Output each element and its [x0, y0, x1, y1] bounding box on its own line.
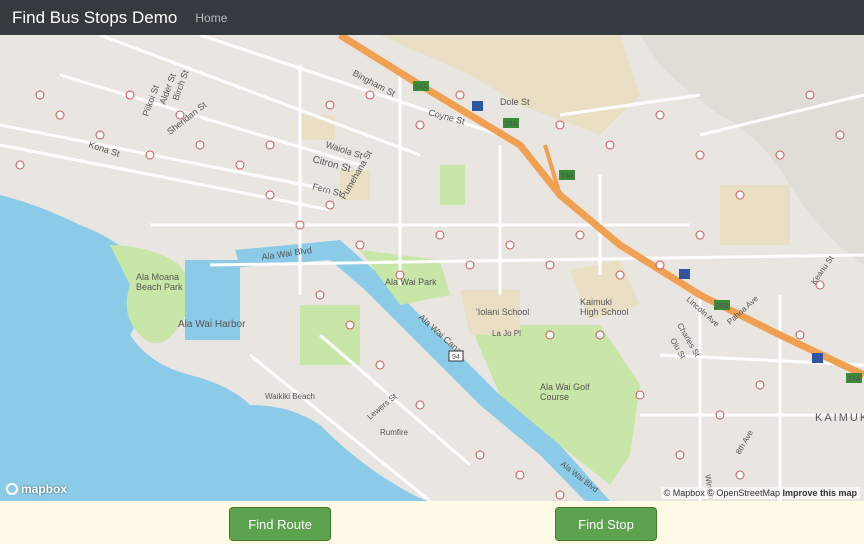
- shield-h1-3: H1: [812, 353, 823, 363]
- attribution-osm[interactable]: © OpenStreetMap: [707, 488, 780, 498]
- label-ala-wai-harbor: Ala Wai Harbor: [178, 319, 246, 330]
- find-route-button[interactable]: Find Route: [229, 507, 331, 541]
- shield-24b: 24B: [559, 170, 575, 180]
- svg-text:94: 94: [452, 354, 460, 361]
- svg-text:24A: 24A: [848, 376, 861, 383]
- label-la-jo-pl: La Jo Pl: [492, 329, 521, 338]
- shield-24a-2: 24A: [503, 118, 519, 128]
- svg-text:H1: H1: [473, 105, 480, 111]
- mapbox-logo-icon: [6, 483, 18, 495]
- svg-text:24B: 24B: [561, 173, 574, 180]
- mapbox-logo[interactable]: mapbox: [6, 482, 67, 496]
- shield-25b: 25B: [714, 300, 730, 310]
- svg-text:H1: H1: [813, 357, 820, 363]
- svg-text:H1: H1: [680, 273, 687, 279]
- svg-text:25B: 25B: [716, 303, 729, 310]
- label-waikiki-beach: Waikiki Beach: [265, 392, 315, 401]
- label-ala-moana-beach-park: Ala Moana Beach Park: [136, 272, 183, 292]
- label-ala-wai-park: Ala Wai Park: [385, 277, 437, 287]
- attribution-improve[interactable]: Improve this map: [782, 488, 857, 498]
- map-canvas[interactable]: Bingham St Coyne St Dole St Pumehana St …: [0, 35, 864, 501]
- mapbox-logo-text: mapbox: [21, 482, 68, 496]
- shield-94: 94: [448, 350, 464, 362]
- map-view[interactable]: Bingham St Coyne St Dole St Pumehana St …: [0, 35, 864, 501]
- attribution-mapbox[interactable]: © Mapbox: [664, 488, 705, 498]
- map-attribution: © Mapbox © OpenStreetMap Improve this ma…: [660, 487, 860, 499]
- label-dole-st: Dole St: [500, 97, 530, 107]
- app-brand[interactable]: Find Bus Stops Demo: [12, 8, 177, 28]
- label-iolani-school: 'Iolani School: [476, 307, 529, 317]
- svg-text:24A: 24A: [415, 84, 428, 91]
- label-rumfire: Rumfire: [380, 428, 409, 437]
- footer-bar: Find Route Find Stop: [0, 501, 864, 544]
- shield-24a: 24A: [413, 81, 429, 91]
- shield-24a-3: 24A: [846, 373, 862, 383]
- svg-text:24A: 24A: [505, 121, 518, 128]
- find-stop-button[interactable]: Find Stop: [555, 507, 657, 541]
- navbar: Find Bus Stops Demo Home: [0, 0, 864, 35]
- nav-home-link[interactable]: Home: [195, 11, 227, 25]
- shield-h1: H1: [472, 101, 483, 111]
- shield-h1-2: H1: [679, 269, 690, 279]
- label-kaimuki: KAIMUKI: [815, 412, 864, 424]
